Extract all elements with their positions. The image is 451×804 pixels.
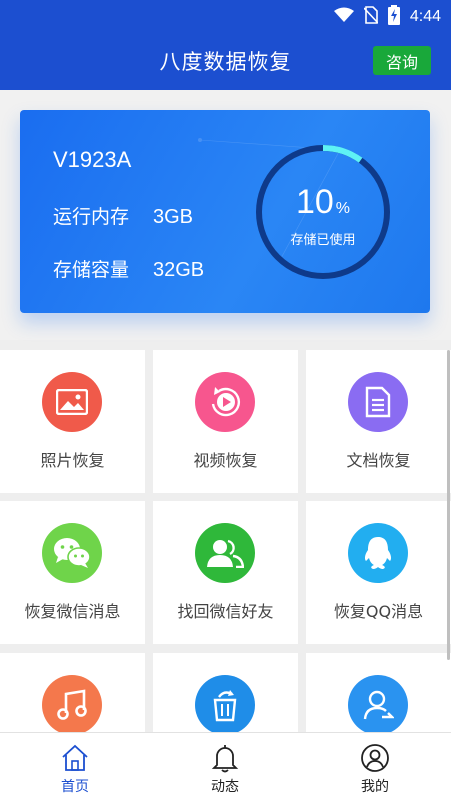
tab-profile[interactable]: 我的 <box>300 733 450 804</box>
ram-label: 运行内存 <box>53 206 130 228</box>
contacts-icon <box>195 523 255 583</box>
device-card-section: V1923A 运行内存 3GB 存储容量 32GB 10% 存储已使用 <box>0 90 451 340</box>
tab-label: 动态 <box>211 779 239 795</box>
feature-label: 恢复QQ消息 <box>333 602 424 621</box>
feature-label: 照片恢复 <box>40 451 105 470</box>
ram-value: 3GB <box>153 206 194 228</box>
feature-label: 找回微信好友 <box>177 602 274 621</box>
document-icon <box>348 372 408 432</box>
usage-percent-unit: % <box>335 200 351 217</box>
feature-wechat-message-recovery[interactable]: 恢复微信消息 <box>0 501 145 644</box>
device-info-card: V1923A 运行内存 3GB 存储容量 32GB 10% 存储已使用 <box>20 110 430 313</box>
app-bar: 八度数据恢复 咨询 <box>0 30 451 90</box>
feature-qq-message-recovery[interactable]: 恢复QQ消息 <box>306 501 451 644</box>
bottom-tab-bar: 首页 动态 我的 <box>0 732 451 804</box>
video-play-icon <box>195 372 255 432</box>
profile-icon <box>360 743 390 773</box>
tab-updates[interactable]: 动态 <box>150 733 300 804</box>
wechat-icon <box>42 523 102 583</box>
storage-row: 存储容量 32GB <box>53 255 204 282</box>
scrollbar[interactable] <box>447 350 450 660</box>
tab-home[interactable]: 首页 <box>0 733 150 804</box>
user-icon <box>348 675 408 735</box>
storage-value: 32GB <box>153 259 205 281</box>
feature-document-recovery[interactable]: 文档恢复 <box>306 350 451 493</box>
bell-icon <box>210 743 240 773</box>
wifi-icon <box>333 7 354 27</box>
consult-button[interactable]: 咨询 <box>373 46 431 75</box>
home-icon <box>60 743 90 773</box>
usage-percent: 10% <box>252 183 394 222</box>
battery-charging-icon <box>387 5 400 29</box>
tab-label: 我的 <box>361 779 389 795</box>
feature-video-recovery[interactable]: 视频恢复 <box>153 350 298 493</box>
storage-usage-ring: 10% 存储已使用 <box>252 141 394 283</box>
feature-label: 文档恢复 <box>346 451 411 470</box>
no-sim-icon <box>363 6 379 28</box>
feature-label: 恢复微信消息 <box>24 602 121 621</box>
usage-label: 存储已使用 <box>290 233 356 248</box>
tab-label: 首页 <box>61 779 89 795</box>
device-model: V1923A <box>53 147 132 172</box>
status-bar: 4:44 <box>0 0 451 30</box>
feature-wechat-friend-recovery[interactable]: 找回微信好友 <box>153 501 298 644</box>
trash-restore-icon <box>195 675 255 735</box>
status-time: 4:44 <box>409 8 441 25</box>
feature-photo-recovery[interactable]: 照片恢复 <box>0 350 145 493</box>
ram-row: 运行内存 3GB <box>53 202 193 229</box>
usage-percent-number: 10 <box>295 183 334 221</box>
music-icon <box>42 675 102 735</box>
storage-label: 存储容量 <box>53 259 130 281</box>
feature-label: 视频恢复 <box>193 451 258 470</box>
photo-icon <box>42 372 102 432</box>
qq-icon <box>348 523 408 583</box>
